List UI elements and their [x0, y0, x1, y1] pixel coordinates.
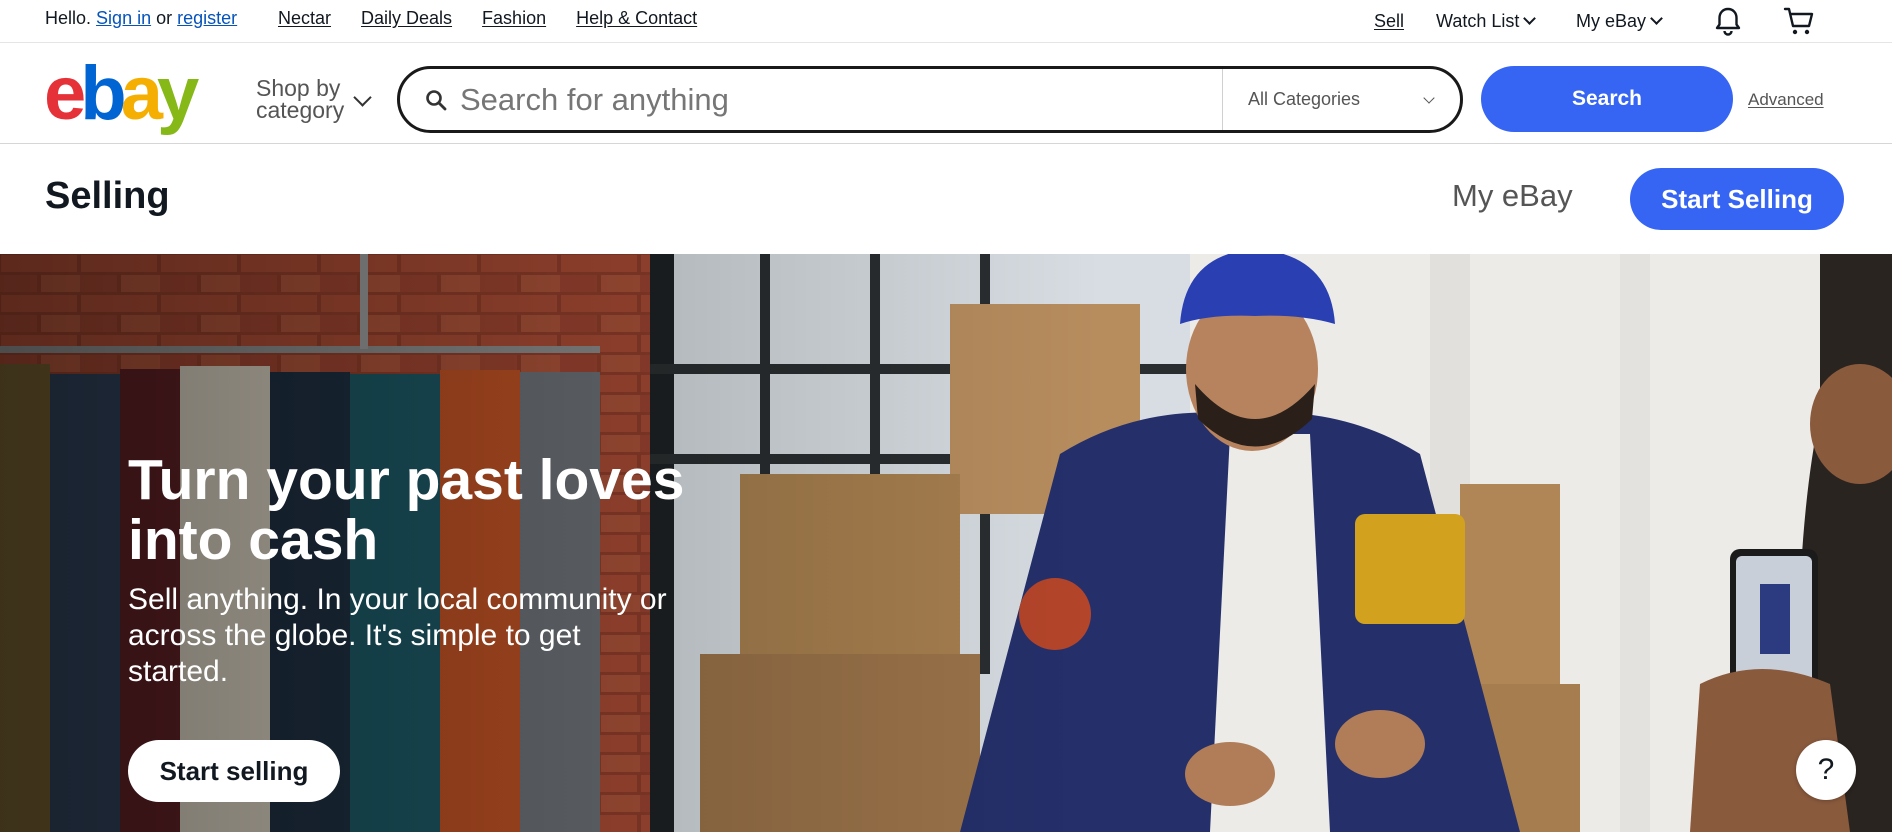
register-link[interactable]: register	[177, 8, 237, 29]
chevron-down-icon[interactable]	[353, 88, 372, 107]
svg-text:ebay: ebay	[44, 61, 199, 136]
hero-banner: Turn your past loves into cash Sell anyt…	[0, 254, 1892, 832]
top-utility-bar: Hello. Sign in or register Nectar Daily …	[0, 0, 1892, 43]
greeting: Hello. Sign in or register	[45, 0, 237, 36]
shop-by-label: Shop by	[256, 75, 341, 101]
watch-list-label: Watch List	[1436, 11, 1520, 31]
search-divider	[1222, 69, 1223, 130]
search-button[interactable]: Search	[1481, 66, 1733, 132]
chevron-down-icon	[1650, 12, 1663, 25]
search-bar: All Categories	[397, 66, 1463, 133]
search-input[interactable]	[460, 77, 1200, 123]
cart-icon[interactable]	[1782, 4, 1816, 38]
start-selling-hero-button[interactable]: Start selling	[128, 740, 340, 802]
chevron-down-icon	[1423, 92, 1435, 104]
hero-subtext: Sell anything. In your local community o…	[128, 583, 667, 688]
nav-link-nectar[interactable]: Nectar	[278, 8, 331, 29]
chevron-down-icon	[1523, 12, 1537, 25]
ebay-logo[interactable]: ebay	[44, 61, 224, 136]
main-header: ebay Shop by category All Categories Sea…	[0, 43, 1892, 144]
nav-link-help-contact[interactable]: Help & Contact	[576, 8, 697, 29]
bell-icon[interactable]	[1712, 5, 1744, 37]
page-title: Selling	[45, 175, 170, 217]
greeting-text: Hello.	[45, 7, 92, 28]
search-icon	[426, 90, 447, 111]
nav-link-daily-deals[interactable]: Daily Deals	[361, 8, 452, 29]
my-ebay-label: My eBay	[1576, 11, 1647, 31]
shop-by-category-button[interactable]: Shop by category	[256, 75, 345, 123]
hero-headline: Turn your past loves into cash	[128, 448, 685, 572]
category-label: category	[256, 97, 345, 123]
advanced-search-link[interactable]: Advanced	[1748, 90, 1824, 110]
selling-header: Selling My eBay Start Selling	[0, 145, 1892, 254]
my-ebay-link[interactable]: My eBay	[1452, 178, 1573, 214]
help-button[interactable]: ?	[1796, 740, 1856, 800]
watch-list-menu[interactable]: Watch List	[1436, 0, 1537, 43]
my-ebay-menu[interactable]: My eBay	[1576, 0, 1663, 43]
category-select[interactable]: All Categories	[1248, 69, 1360, 130]
nav-link-fashion[interactable]: Fashion	[482, 8, 546, 29]
top-nav: Nectar Daily Deals Fashion Help & Contac…	[278, 0, 697, 36]
or-text: or	[156, 7, 173, 28]
sign-in-link[interactable]: Sign in	[96, 8, 151, 29]
sell-link[interactable]: Sell	[1374, 0, 1404, 43]
start-selling-button[interactable]: Start Selling	[1630, 168, 1844, 230]
